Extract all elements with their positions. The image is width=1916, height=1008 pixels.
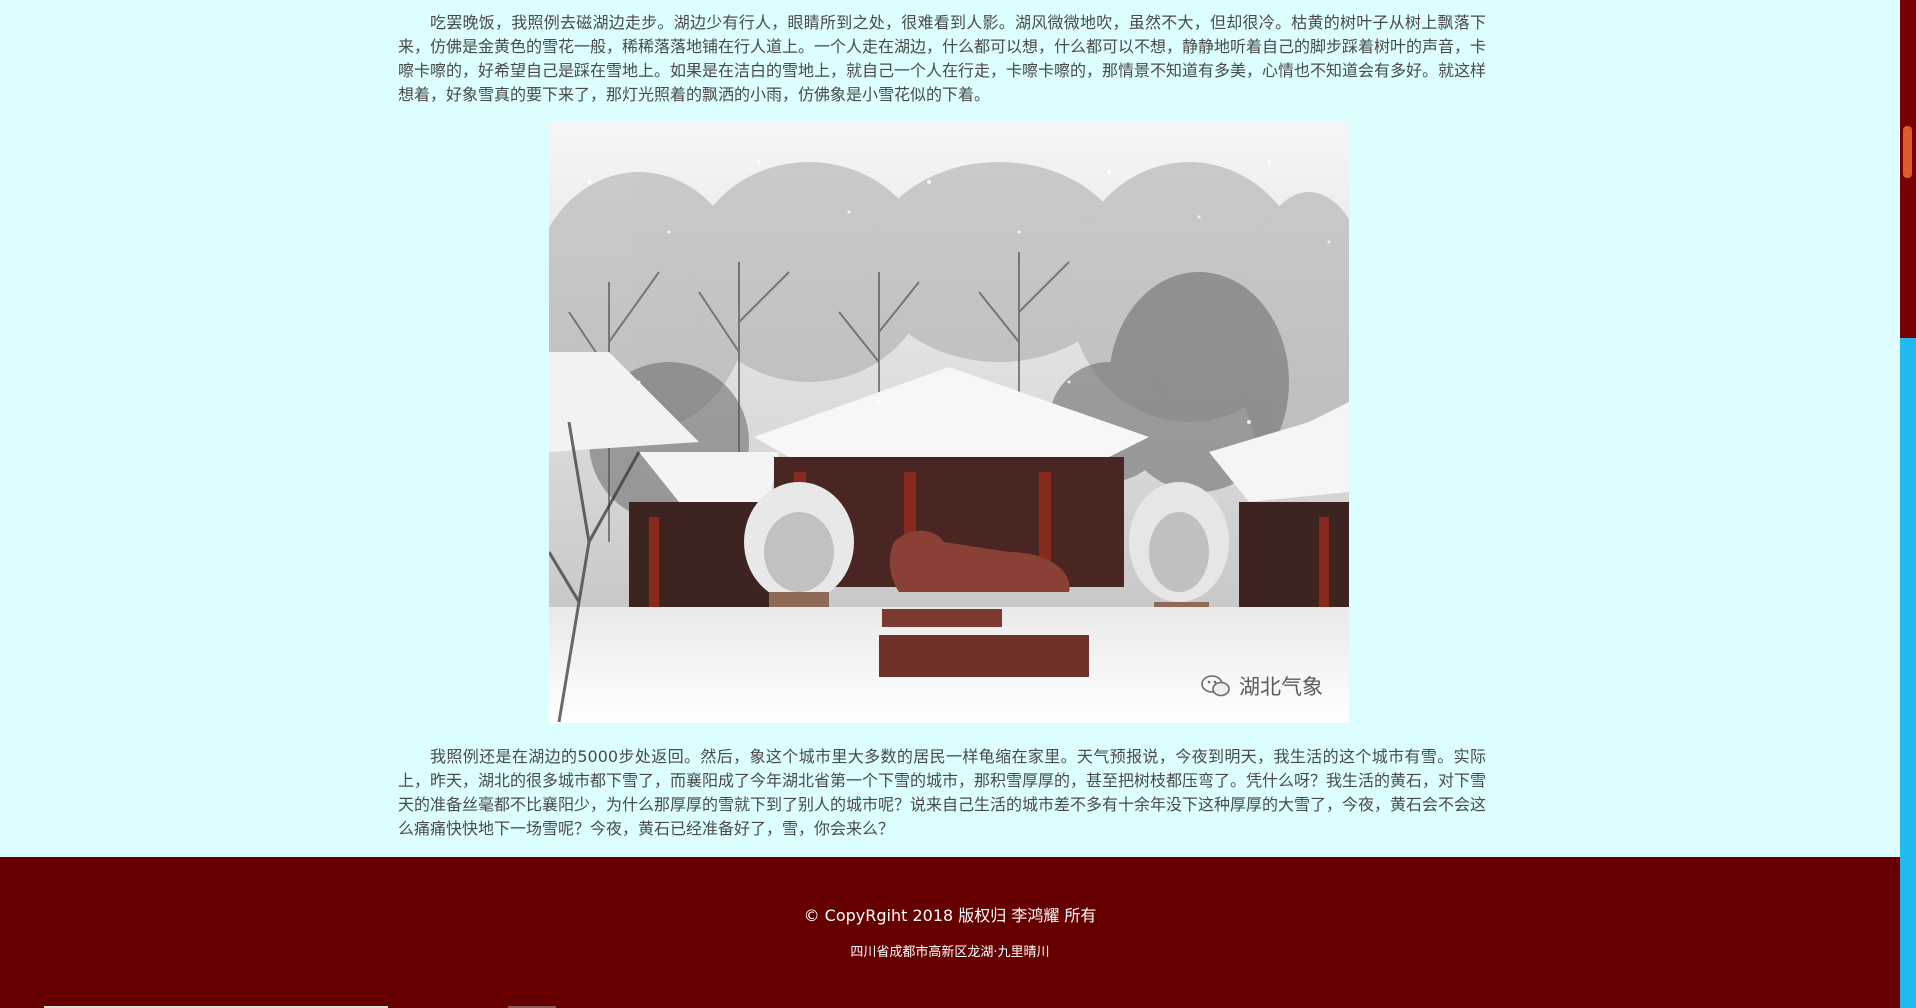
footer-address: 四川省成都市高新区龙湖·九里晴川	[850, 945, 1050, 960]
page: 吃罢晚饭，我照例去磁湖边走步。湖边少有行人，眼睛所到之处，很难看到人影。湖风微微…	[0, 0, 1900, 1008]
snow-temple-photo: 湖北气象	[549, 122, 1349, 723]
article-paragraph-1: 吃罢晚饭，我照例去磁湖边走步。湖边少有行人，眼睛所到之处，很难看到人影。湖风微微…	[398, 11, 1486, 107]
page-scrollbar[interactable]	[1900, 0, 1916, 1008]
watermark-text: 湖北气象	[1239, 675, 1323, 699]
snow-temple-illustration	[549, 122, 1349, 723]
paragraph-1-text: 吃罢晚饭，我照例去磁湖边走步。湖边少有行人，眼睛所到之处，很难看到人影。湖风微微…	[398, 13, 1487, 104]
scrollbar-lower-track[interactable]	[1900, 338, 1916, 1008]
paragraph-2-text: 我照例还是在湖边的5000步处返回。然后，象这个城市里大多数的居民一样龟缩在家里…	[398, 747, 1487, 838]
copyright-text: © CopyRgiht 2018 版权归 李鸿耀 所有	[803, 906, 1097, 925]
scrollbar-thumb[interactable]	[1903, 126, 1912, 178]
page-footer: © CopyRgiht 2018 版权归 李鸿耀 所有 四川省成都市高新区龙湖·…	[0, 857, 1900, 1008]
article-paragraph-2: 我照例还是在湖边的5000步处返回。然后，象这个城市里大多数的居民一样龟缩在家里…	[398, 745, 1486, 841]
wechat-icon	[1201, 675, 1231, 697]
photo-watermark: 湖北气象	[1201, 671, 1323, 701]
